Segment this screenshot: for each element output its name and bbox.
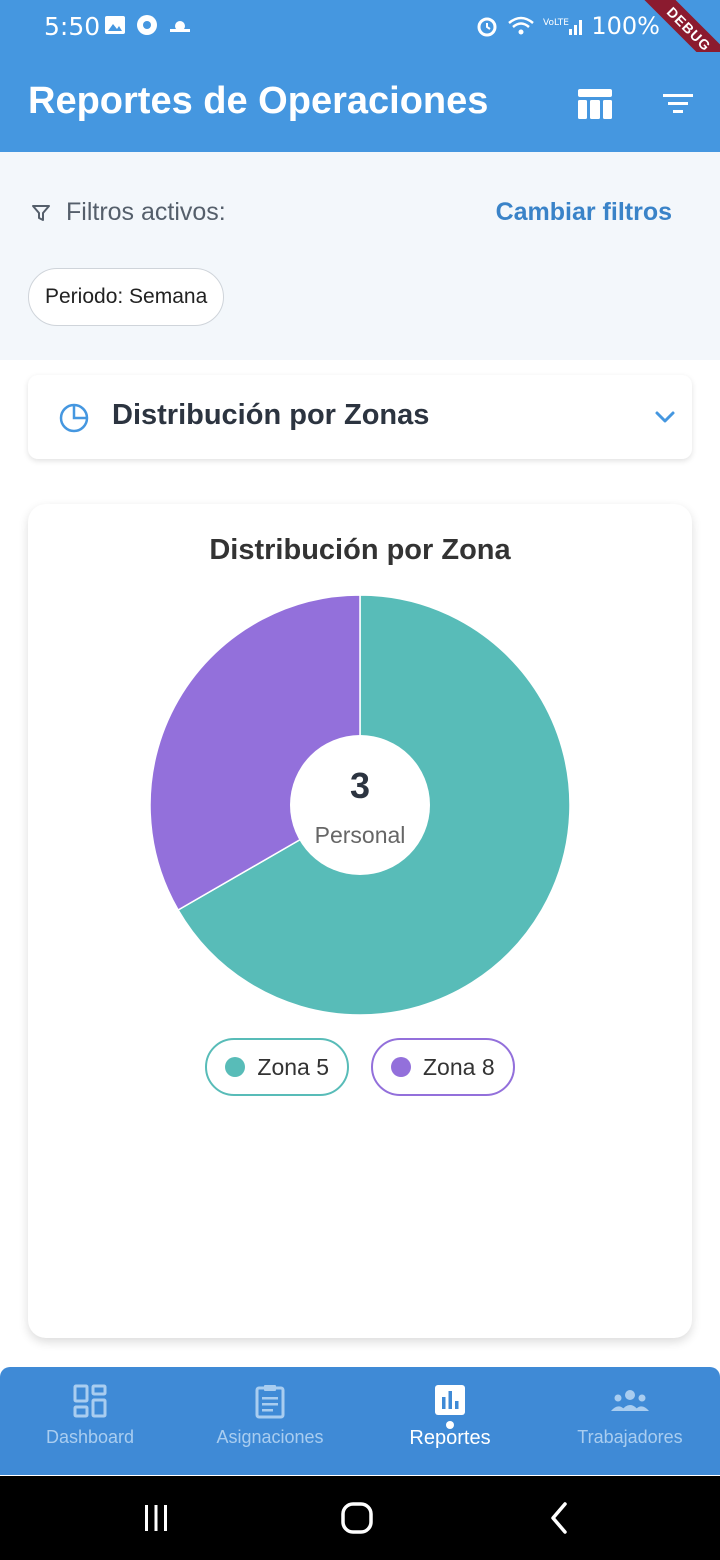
legend-item-zona-8[interactable]: Zona 8: [371, 1038, 515, 1096]
section-selector[interactable]: Distribución por Zonas: [28, 375, 692, 459]
system-nav-bar: [0, 1476, 720, 1560]
pie-chart: 3 Personal: [149, 594, 571, 1016]
wifi-icon: [508, 16, 535, 35]
people-icon: [611, 1390, 649, 1411]
status-bar: 5:50 VoLTE 100% DEBUG: [0, 0, 720, 83]
filter-chip-period[interactable]: Periodo: Semana: [28, 268, 225, 326]
filters-label: Filtros activos:: [66, 198, 226, 226]
battery-percent: 100%: [591, 12, 660, 40]
system-status-icons: VoLTE 100%: [475, 12, 660, 40]
filter-button[interactable]: [658, 84, 698, 124]
dashboard-icon: [73, 1384, 107, 1418]
alarm-icon: [477, 17, 497, 37]
filters-panel: Filtros activos: Cambiar filtros Periodo…: [0, 152, 720, 360]
chevron-down-icon: [655, 411, 675, 423]
table-view-icon: [578, 89, 612, 119]
pie-center-value: 3: [350, 765, 370, 806]
home-button[interactable]: [337, 1498, 377, 1538]
nav-label-asignaciones: Asignaciones: [216, 1427, 324, 1447]
nav-item-trabajadores[interactable]: Trabajadores: [540, 1367, 720, 1475]
nav-item-asignaciones[interactable]: Asignaciones: [180, 1367, 360, 1475]
bottom-nav: Dashboard Asignaciones Reportes Trabajad…: [0, 1367, 720, 1475]
pie-chart-icon: [59, 403, 89, 433]
signal-icon: VoLTE: [543, 18, 583, 35]
clipboard-icon: [255, 1385, 285, 1419]
back-icon: [551, 1502, 567, 1534]
notification-icons: [104, 14, 192, 36]
chart-card: Distribución por Zona 3 Personal Zona 5Z…: [28, 504, 692, 1338]
legend-item-zona-5[interactable]: Zona 5: [205, 1038, 349, 1096]
change-filters-link[interactable]: Cambiar filtros: [496, 198, 672, 227]
filters-header: Filtros activos:: [30, 198, 226, 227]
nav-item-reportes[interactable]: Reportes: [360, 1367, 540, 1475]
svg-text:VoLTE: VoLTE: [543, 18, 569, 28]
page-title: Reportes de Operaciones: [28, 80, 489, 122]
recent-apps-button[interactable]: [136, 1498, 176, 1538]
nav-label-reportes: Reportes: [409, 1427, 491, 1449]
pie-center-label: Personal: [315, 822, 406, 848]
nav-label-trabajadores: Trabajadores: [577, 1427, 683, 1447]
weather-icon: [170, 21, 190, 32]
nav-label-dashboard: Dashboard: [45, 1427, 135, 1447]
back-button[interactable]: [540, 1498, 580, 1538]
section-title: Distribución por Zonas: [112, 399, 430, 431]
chart-legend: Zona 5 Zona 8: [28, 1038, 692, 1096]
soccer-icon: [137, 15, 157, 35]
bar-chart-icon: [435, 1385, 465, 1415]
recent-apps-icon: [145, 1505, 167, 1531]
image-icon: [105, 16, 125, 34]
legend-label: Zona 5: [257, 1053, 329, 1080]
home-icon: [341, 1502, 373, 1534]
active-indicator-dot: [446, 1421, 454, 1429]
nav-item-dashboard[interactable]: Dashboard: [0, 1367, 180, 1475]
legend-label: Zona 8: [423, 1053, 495, 1080]
status-time: 5:50: [44, 12, 101, 41]
table-view-button[interactable]: [575, 84, 615, 124]
legend-swatch: [391, 1057, 411, 1077]
filter-icon: [32, 204, 50, 221]
app-bar: Reportes de Operaciones: [0, 52, 720, 152]
legend-swatch: [225, 1057, 246, 1077]
filter-list-icon: [663, 94, 693, 113]
